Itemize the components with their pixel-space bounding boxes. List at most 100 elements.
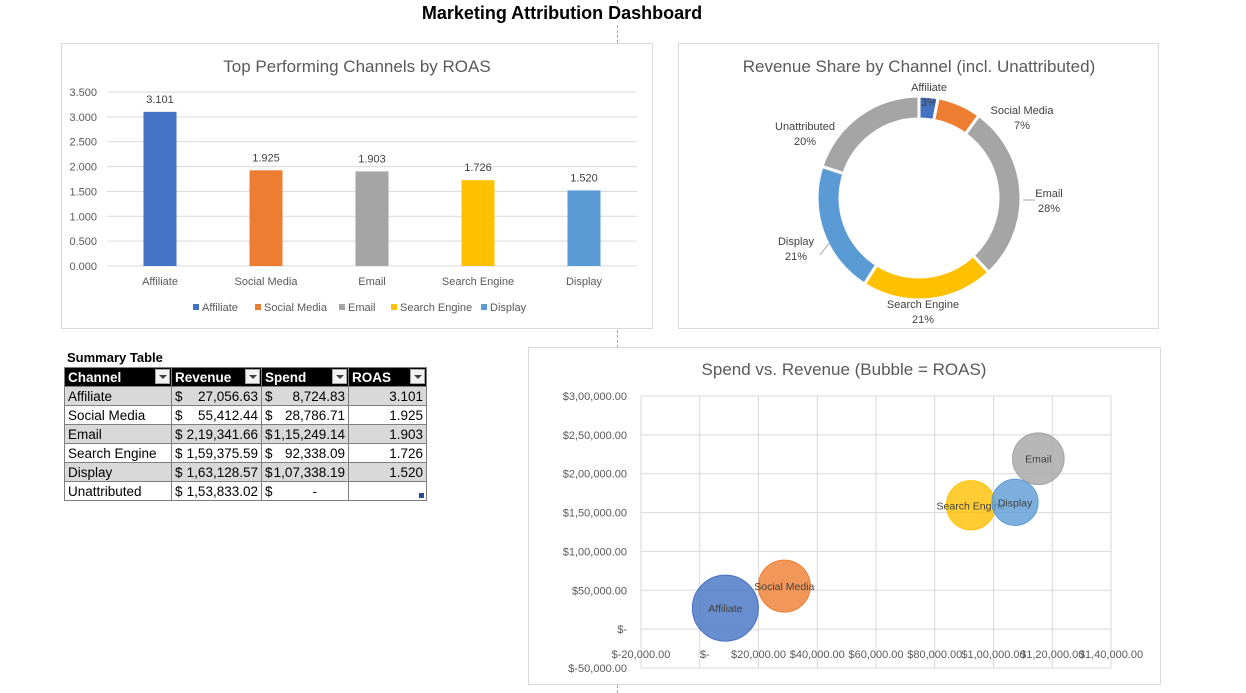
cell-roas[interactable]: 1.903 — [348, 424, 427, 444]
donut-slice-display — [815, 164, 879, 287]
cell-channel[interactable]: Unattributed — [64, 481, 172, 501]
cell-spend[interactable]: $8,724.83 — [261, 386, 349, 406]
cell-spend[interactable]: $92,338.09 — [261, 443, 349, 463]
summary-row: Social Media $55,412.44 $28,786.71 1.925 — [64, 405, 427, 425]
donut-slice-unattributed — [820, 94, 921, 176]
cell-spend[interactable]: $28,786.71 — [261, 405, 349, 425]
bar-y-tick-label: 2.000 — [69, 162, 97, 174]
cell-roas[interactable]: 1.925 — [348, 405, 427, 425]
summary-row: Unattributed $1,53,833.02 $ - — [64, 481, 427, 501]
cell-revenue[interactable]: $2,19,341.66 — [171, 424, 262, 444]
cell-revenue-text: 1,53,833.02 — [186, 483, 258, 499]
header-channel: Channel — [64, 367, 172, 387]
cell-roas-text: 3.101 — [389, 388, 423, 404]
table-resize-handle[interactable] — [419, 493, 424, 498]
cell-channel[interactable]: Display — [64, 462, 172, 482]
cell-channel-text: Search Engine — [68, 445, 157, 461]
cell-roas-text: 1.726 — [389, 445, 423, 461]
cell-spend-wrapper: $92,338.09 — [265, 446, 345, 461]
cell-channel-text: Social Media — [68, 407, 146, 423]
cell-roas[interactable] — [348, 481, 427, 501]
bubble-y-tick-label: $3,00,000.00 — [563, 391, 627, 403]
cell-channel[interactable]: Affiliate — [64, 386, 172, 406]
bar-y-tick-label: 3.000 — [69, 112, 97, 124]
bar-email — [355, 171, 389, 266]
filter-dropdown-icon[interactable] — [410, 369, 425, 384]
cell-spend[interactable]: $1,07,338.19 — [261, 462, 349, 482]
bar-y-tick-label: 0.500 — [69, 236, 97, 248]
cell-revenue-text: 1,63,128.57 — [186, 464, 258, 480]
cell-spend-text: 8,724.83 — [292, 388, 345, 404]
bar-display — [567, 190, 601, 266]
bar-data-label: 1.925 — [252, 152, 280, 164]
bar-legend-label: Affiliate — [202, 302, 238, 314]
cell-roas-text: 1.925 — [389, 407, 423, 423]
currency-symbol: $ — [265, 464, 273, 480]
cell-spend-text: 92,338.09 — [284, 445, 345, 461]
cell-revenue[interactable]: $1,59,375.59 — [171, 443, 262, 463]
cell-spend-wrapper: $1,15,249.14 — [265, 427, 345, 442]
bar-legend-label: Social Media — [264, 302, 328, 314]
cell-roas[interactable]: 3.101 — [348, 386, 427, 406]
header-revenue-label: Revenue — [175, 369, 232, 385]
donut-slice-name-label: Unattributed — [775, 121, 835, 133]
bar-y-tick-label: 1.500 — [69, 186, 97, 198]
bar-legend-label: Display — [490, 302, 527, 314]
revenue-share-donut-svg: Revenue Share by Channel (incl. Unattrib… — [743, 57, 1095, 326]
bar-x-tick-label: Affiliate — [142, 276, 178, 288]
bubble-x-tick-label: $40,000.00 — [790, 649, 845, 661]
cell-revenue[interactable]: $1,53,833.02 — [171, 481, 262, 501]
cell-spend[interactable]: $1,15,249.14 — [261, 424, 349, 444]
bubble-data-label: Affiliate — [708, 603, 742, 615]
summary-header-row: Channel Revenue Spend ROAS — [64, 367, 427, 387]
cell-spend-wrapper: $8,724.83 — [265, 389, 345, 404]
donut-slice-name-label: Display — [778, 236, 815, 248]
bubble-x-tick-label: $20,000.00 — [731, 649, 786, 661]
cell-spend-text: 1,07,338.19 — [273, 464, 345, 480]
cell-roas[interactable]: 1.520 — [348, 462, 427, 482]
currency-symbol: $ — [175, 388, 183, 404]
currency-symbol: $ — [265, 483, 273, 499]
bar-y-tick-label: 3.500 — [69, 87, 97, 99]
cell-channel[interactable]: Search Engine — [64, 443, 172, 463]
cell-channel-text: Display — [68, 464, 113, 480]
bubble-chart-title: Spend vs. Revenue (Bubble = ROAS) — [702, 360, 987, 379]
cell-spend[interactable]: $ - — [261, 481, 349, 501]
bar-x-tick-label: Search Engine — [442, 276, 514, 288]
filter-dropdown-icon[interactable] — [245, 369, 260, 384]
donut-slice-percent-label: 21% — [785, 251, 807, 263]
cell-revenue-wrapper: $27,056.63 — [175, 389, 258, 404]
summary-table[interactable]: Channel Revenue Spend ROAS Affiliate $27,… — [64, 367, 427, 501]
currency-symbol: $ — [175, 426, 183, 442]
bar-social-media — [249, 170, 283, 266]
bubble-x-tick-label: $80,000.00 — [907, 649, 962, 661]
cell-roas[interactable]: 1.726 — [348, 443, 427, 463]
donut-slice-name-label: Email — [1035, 188, 1063, 200]
bar-legend-swatch — [339, 304, 345, 310]
cell-revenue[interactable]: $55,412.44 — [171, 405, 262, 425]
filter-dropdown-icon[interactable] — [332, 369, 347, 384]
currency-symbol: $ — [265, 426, 273, 442]
bar-legend-swatch — [391, 304, 397, 310]
donut-chart-title: Revenue Share by Channel (incl. Unattrib… — [743, 57, 1095, 76]
summary-row: Email $2,19,341.66 $1,15,249.14 1.903 — [64, 424, 427, 444]
bubble-x-tick-label: $60,000.00 — [848, 649, 903, 661]
cell-revenue[interactable]: $1,63,128.57 — [171, 462, 262, 482]
spend-revenue-bubble-chart[interactable]: Spend vs. Revenue (Bubble = ROAS) $-50,00… — [528, 347, 1161, 685]
header-roas: ROAS — [348, 367, 427, 387]
cell-revenue-wrapper: $1,59,375.59 — [175, 446, 258, 461]
revenue-share-donut-chart[interactable]: Revenue Share by Channel (incl. Unattrib… — [678, 43, 1159, 329]
roas-bar-chart[interactable]: Top Performing Channels by ROAS 0.000 0.50… — [61, 43, 653, 329]
filter-dropdown-icon[interactable] — [155, 369, 170, 384]
currency-symbol: $ — [175, 464, 183, 480]
cell-channel[interactable]: Social Media — [64, 405, 172, 425]
bubble-x-tick-label: $-20,000.00 — [612, 649, 671, 661]
cell-revenue[interactable]: $27,056.63 — [171, 386, 262, 406]
bubble-y-tick-label: $2,00,000.00 — [563, 469, 627, 481]
bubble-data-label: Email — [1025, 454, 1051, 466]
cell-channel[interactable]: Email — [64, 424, 172, 444]
donut-slice-search-engine — [862, 253, 991, 302]
cell-channel-text: Affiliate — [68, 388, 113, 404]
summary-table-body: Affiliate $27,056.63 $8,724.83 3.101 Social … — [64, 386, 427, 501]
header-roas-label: ROAS — [352, 369, 392, 385]
